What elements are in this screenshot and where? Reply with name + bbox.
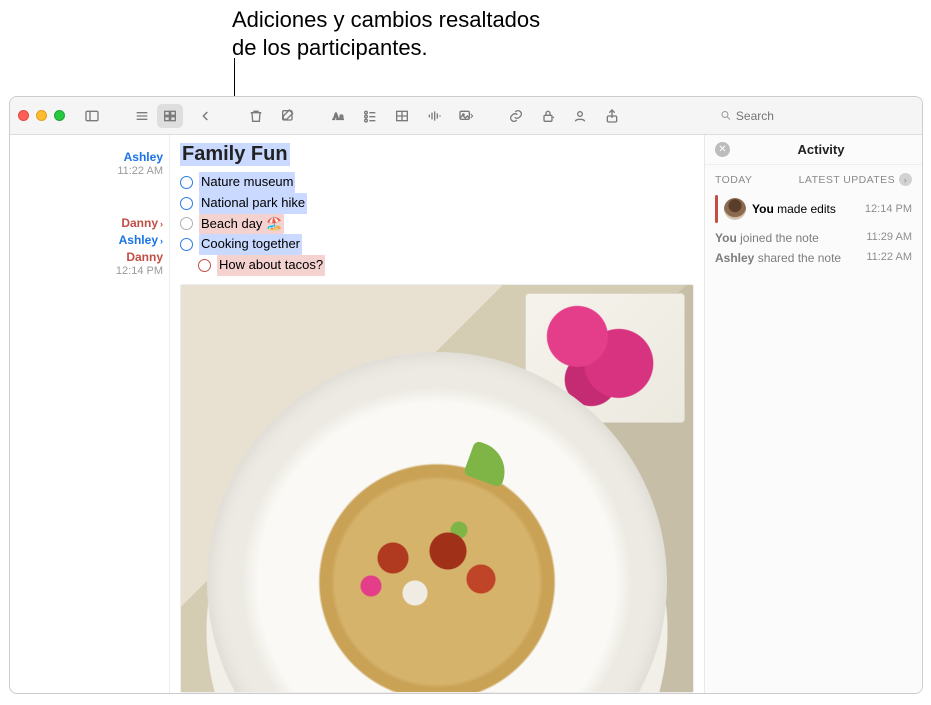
callout-line-1: Adiciones y cambios resaltados <box>232 6 540 34</box>
list-view-button[interactable] <box>129 104 155 128</box>
checkbox-icon[interactable] <box>180 197 193 210</box>
activity-time: 12:14 PM <box>865 203 912 215</box>
activity-marker <box>715 195 718 223</box>
gutter-entry: Ashley 11:22 AM <box>10 151 163 177</box>
gallery-view-button[interactable] <box>157 104 183 128</box>
today-label: TODAY <box>715 174 752 186</box>
sidebar-toggle-button[interactable] <box>79 104 105 128</box>
checklist-item[interactable]: Cooking together <box>180 234 694 255</box>
note-editor[interactable]: Family Fun Nature museum National park h… <box>170 135 704 693</box>
latest-updates-button[interactable]: LATEST UPDATES › <box>799 173 912 186</box>
link-button[interactable] <box>503 104 529 128</box>
activity-row: Ashley shared the note 11:22 AM <box>705 248 922 268</box>
audio-button[interactable] <box>421 104 447 128</box>
callout-line-2: de los participantes. <box>232 34 540 62</box>
gutter-time: 12:14 PM <box>10 265 163 278</box>
close-window-button[interactable] <box>18 110 29 121</box>
gutter-time: 11:22 AM <box>10 165 163 178</box>
gutter-name: Ashley› <box>119 234 163 248</box>
activity-time: 11:22 AM <box>866 251 912 265</box>
search-field[interactable] <box>714 105 914 127</box>
avatar <box>724 198 746 220</box>
author-gutter: Ashley 11:22 AM Danny› Ashley› Danny 12:… <box>10 135 170 693</box>
checklist-text[interactable]: National park hike <box>199 193 307 214</box>
search-input[interactable] <box>736 109 908 123</box>
checkbox-icon[interactable] <box>180 238 193 251</box>
checkbox-icon[interactable] <box>198 259 211 272</box>
back-button[interactable] <box>193 104 219 128</box>
share-button[interactable] <box>599 104 625 128</box>
checklist-text[interactable]: Beach day 🏖️ <box>199 214 284 235</box>
fullscreen-window-button[interactable] <box>54 110 65 121</box>
app-window: Aa <box>9 96 923 694</box>
activity-panel: ✕ Activity TODAY LATEST UPDATES › You ma… <box>704 135 922 693</box>
gutter-name: Danny› <box>121 217 163 231</box>
checklist-item[interactable]: National park hike <box>180 193 694 214</box>
checklist-text[interactable]: Nature museum <box>199 172 295 193</box>
activity-header: ✕ Activity <box>705 135 922 165</box>
format-button[interactable]: Aa <box>325 104 351 128</box>
checklist-item[interactable]: Beach day 🏖️ <box>180 214 694 235</box>
activity-row[interactable]: You made edits 12:14 PM <box>705 190 922 228</box>
activity-subheader: TODAY LATEST UPDATES › <box>705 165 922 190</box>
latest-label: LATEST UPDATES <box>799 174 895 186</box>
search-icon <box>720 109 732 122</box>
gutter-name: Danny <box>126 251 163 265</box>
gutter-entry[interactable]: Ashley› <box>10 234 163 248</box>
compose-button[interactable] <box>275 104 301 128</box>
checklist-button[interactable] <box>357 104 383 128</box>
table-button[interactable] <box>389 104 415 128</box>
media-button[interactable] <box>453 104 479 128</box>
toolbar: Aa <box>10 97 922 135</box>
gutter-entry: Danny 12:14 PM <box>10 251 163 277</box>
activity-title: Activity <box>798 142 845 157</box>
activity-text: You made edits <box>752 202 859 216</box>
checkbox-icon[interactable] <box>180 176 193 189</box>
chevron-right-icon: › <box>160 219 163 229</box>
checklist-item[interactable]: How about tacos? <box>198 255 694 276</box>
activity-row: You joined the note 11:29 AM <box>705 228 922 248</box>
arrow-right-icon: › <box>899 173 912 186</box>
note-image[interactable] <box>180 284 694 693</box>
activity-time: 11:29 AM <box>866 231 912 245</box>
gutter-name: Ashley <box>124 151 163 165</box>
minimize-window-button[interactable] <box>36 110 47 121</box>
checklist-item[interactable]: Nature museum <box>180 172 694 193</box>
close-activity-button[interactable]: ✕ <box>715 142 730 157</box>
checklist-text[interactable]: Cooking together <box>199 234 302 255</box>
svg-text:Aa: Aa <box>333 112 345 122</box>
callout-text: Adiciones y cambios resaltados de los pa… <box>232 6 540 61</box>
chevron-right-icon: › <box>160 236 163 246</box>
trash-button[interactable] <box>243 104 269 128</box>
lock-button[interactable] <box>535 104 561 128</box>
image-detail <box>327 502 547 642</box>
window-controls <box>18 110 65 121</box>
checklist: Nature museum National park hike Beach d… <box>180 172 694 276</box>
collaborate-button[interactable] <box>567 104 593 128</box>
checklist-text[interactable]: How about tacos? <box>217 255 325 276</box>
checkbox-icon[interactable] <box>180 217 193 230</box>
window-body: Ashley 11:22 AM Danny› Ashley› Danny 12:… <box>10 135 922 693</box>
note-title[interactable]: Family Fun <box>180 143 290 166</box>
gutter-entry[interactable]: Danny› <box>10 217 163 231</box>
